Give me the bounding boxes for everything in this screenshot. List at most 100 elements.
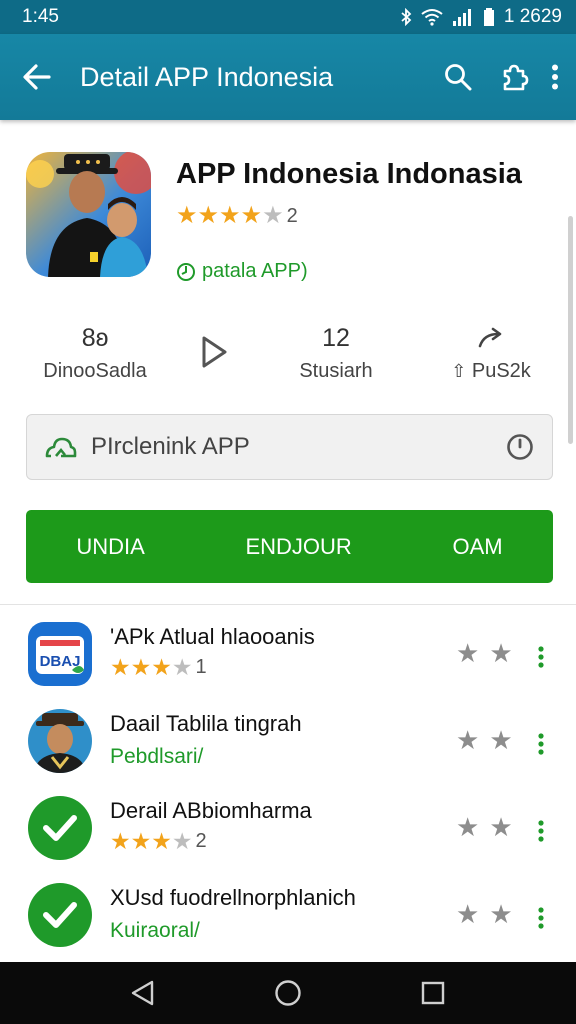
star-icon: ★: [456, 899, 480, 929]
status-time: 1:45: [22, 6, 59, 27]
star-icon: ★: [151, 828, 172, 854]
divider: [0, 604, 576, 605]
triangle-back-icon: [131, 980, 153, 1006]
list-item-title: XUsd fuodrellnorphlanich: [110, 885, 356, 910]
status-right-text: 1 2629: [503, 6, 562, 27]
list-item-stars[interactable]: ★ ★: [456, 814, 513, 840]
navigation-bar: [0, 962, 576, 1024]
stats-row: 8ʚ DinooSadla 12 Stusiarh ⇧ PuS2k: [0, 322, 576, 392]
list-item-title: Daail Tablila tingrah: [110, 711, 302, 736]
stat-value: 8ʚ: [81, 323, 109, 352]
star-icon: ★: [130, 654, 152, 680]
list-item-subtitle: Pebdlsari/: [110, 745, 204, 768]
star-empty-icon: ★: [262, 202, 284, 229]
back-button[interactable]: [14, 54, 60, 100]
rating-count: 2: [195, 830, 207, 852]
check-circle-icon: [28, 796, 92, 860]
more-vertical-icon: [538, 820, 544, 842]
check-graphic: [43, 815, 77, 841]
stat-label: DinooSadla: [43, 360, 147, 382]
app-name: APP Indonesia Indonasia: [176, 158, 522, 190]
stat-share[interactable]: ⇧ PuS2k: [436, 322, 546, 383]
app-list: DBAJ 'APk Atlual hlaooanis ★ ★ ★ ★ 1 ★★: [0, 612, 576, 960]
star-icon: ★: [456, 725, 480, 755]
battery-icon: [483, 8, 494, 26]
scrollbar[interactable]: [568, 216, 573, 444]
nav-recents-button[interactable]: [408, 968, 458, 1018]
stat-value: 12: [322, 323, 350, 352]
star-empty-icon: ★: [171, 828, 193, 854]
cloud-icon: [45, 437, 77, 458]
square-recents-icon: [422, 981, 445, 1005]
app-icon-illustration: [26, 152, 151, 277]
star-icon: ★: [456, 638, 480, 668]
list-item-more-button[interactable]: [530, 729, 552, 759]
list-item[interactable]: Derail ABbiomharma ★ ★ ★ ★ 2 ★ ★: [0, 786, 576, 873]
power-icon[interactable]: [506, 433, 534, 461]
play-button[interactable]: [200, 335, 228, 374]
puzzle-icon: [503, 64, 529, 91]
rating-count: 2: [286, 204, 298, 227]
action-undia-button[interactable]: UNDIA: [64, 524, 156, 570]
check-circle-icon: [28, 883, 92, 947]
status-bar: 1:45 1 2629: [0, 0, 576, 34]
action-bar: UNDIA ENDJOUR OAM: [26, 510, 553, 583]
avatar-graphic: [34, 713, 86, 773]
more-vertical-icon: [552, 64, 558, 90]
stat-downloads: 8ʚ DinooSadla: [40, 322, 150, 383]
star-icon: ★: [489, 899, 513, 929]
list-item-more-button[interactable]: [530, 642, 552, 672]
stat-label: ⇧ PuS2k: [436, 360, 546, 383]
app-rating: ★ ★ ★ ★ ★ 2: [176, 204, 298, 228]
bluetooth-icon: [401, 8, 412, 26]
overflow-menu-button[interactable]: [540, 55, 570, 99]
star-icon: ★: [240, 202, 263, 229]
list-item[interactable]: XUsd fuodrellnorphlanich Kuiraoral/ ★ ★: [0, 873, 576, 960]
list-item-stars[interactable]: ★ ★: [456, 901, 513, 927]
developer-link[interactable]: patala APP): [176, 260, 308, 283]
search-field[interactable]: [26, 414, 553, 480]
developer-name: patala APP): [202, 260, 308, 282]
list-item-rating: ★ ★ ★ ★ 1: [110, 656, 207, 679]
circle-home-icon: [275, 980, 301, 1006]
star-icon: ★: [176, 202, 198, 229]
nav-back-button[interactable]: [118, 968, 168, 1018]
list-item-stars[interactable]: ★ ★: [456, 640, 513, 666]
back-arrow-icon: [23, 64, 51, 90]
list-item[interactable]: Daail Tablila tingrah Pebdlsari/ ★ ★: [0, 699, 576, 786]
share-arrow-icon: [478, 327, 502, 348]
star-icon: ★: [110, 654, 131, 680]
search-button[interactable]: [436, 55, 480, 99]
star-icon: ★: [489, 638, 513, 668]
extensions-button[interactable]: [492, 55, 536, 99]
search-input[interactable]: [91, 433, 506, 461]
rating-count: 1: [195, 656, 207, 678]
star-icon: ★: [489, 725, 513, 755]
search-icon: [445, 64, 472, 91]
check-graphic: [43, 902, 77, 928]
list-item-more-button[interactable]: [530, 816, 552, 846]
list-item[interactable]: DBAJ 'APk Atlual hlaooanis ★ ★ ★ ★ 1 ★ ★: [0, 612, 576, 699]
verified-icon: [177, 262, 195, 281]
app-header: APP Indonesia Indonasia ★ ★ ★ ★ ★ 2 pata…: [0, 120, 576, 290]
list-item-title: Derail ABbiomharma: [110, 798, 312, 823]
stat-status: 12 Stusiarh: [288, 322, 384, 383]
list-item-subtitle: Kuiraoral/: [110, 919, 200, 942]
signal-icon: [452, 9, 471, 26]
star-icon: ★: [110, 828, 131, 854]
nav-home-button[interactable]: [263, 968, 313, 1018]
more-vertical-icon: [538, 907, 544, 929]
upload-arrow-icon: ⇧: [451, 361, 467, 381]
star-icon: ★: [219, 202, 241, 229]
list-item-stars[interactable]: ★ ★: [456, 727, 513, 753]
more-vertical-icon: [538, 733, 544, 755]
person-avatar-icon: [28, 709, 92, 773]
list-item-more-button[interactable]: [530, 903, 552, 933]
star-empty-icon: ★: [171, 654, 193, 680]
action-endjour-button[interactable]: ENDJOUR: [233, 524, 363, 570]
badge-text: DBAJ: [40, 653, 81, 670]
status-icons: 1 2629: [400, 6, 562, 28]
stat-label-text: PuS2k: [471, 360, 531, 382]
app-badge-icon: DBAJ: [28, 622, 92, 686]
action-oam-button[interactable]: OAM: [441, 524, 515, 570]
